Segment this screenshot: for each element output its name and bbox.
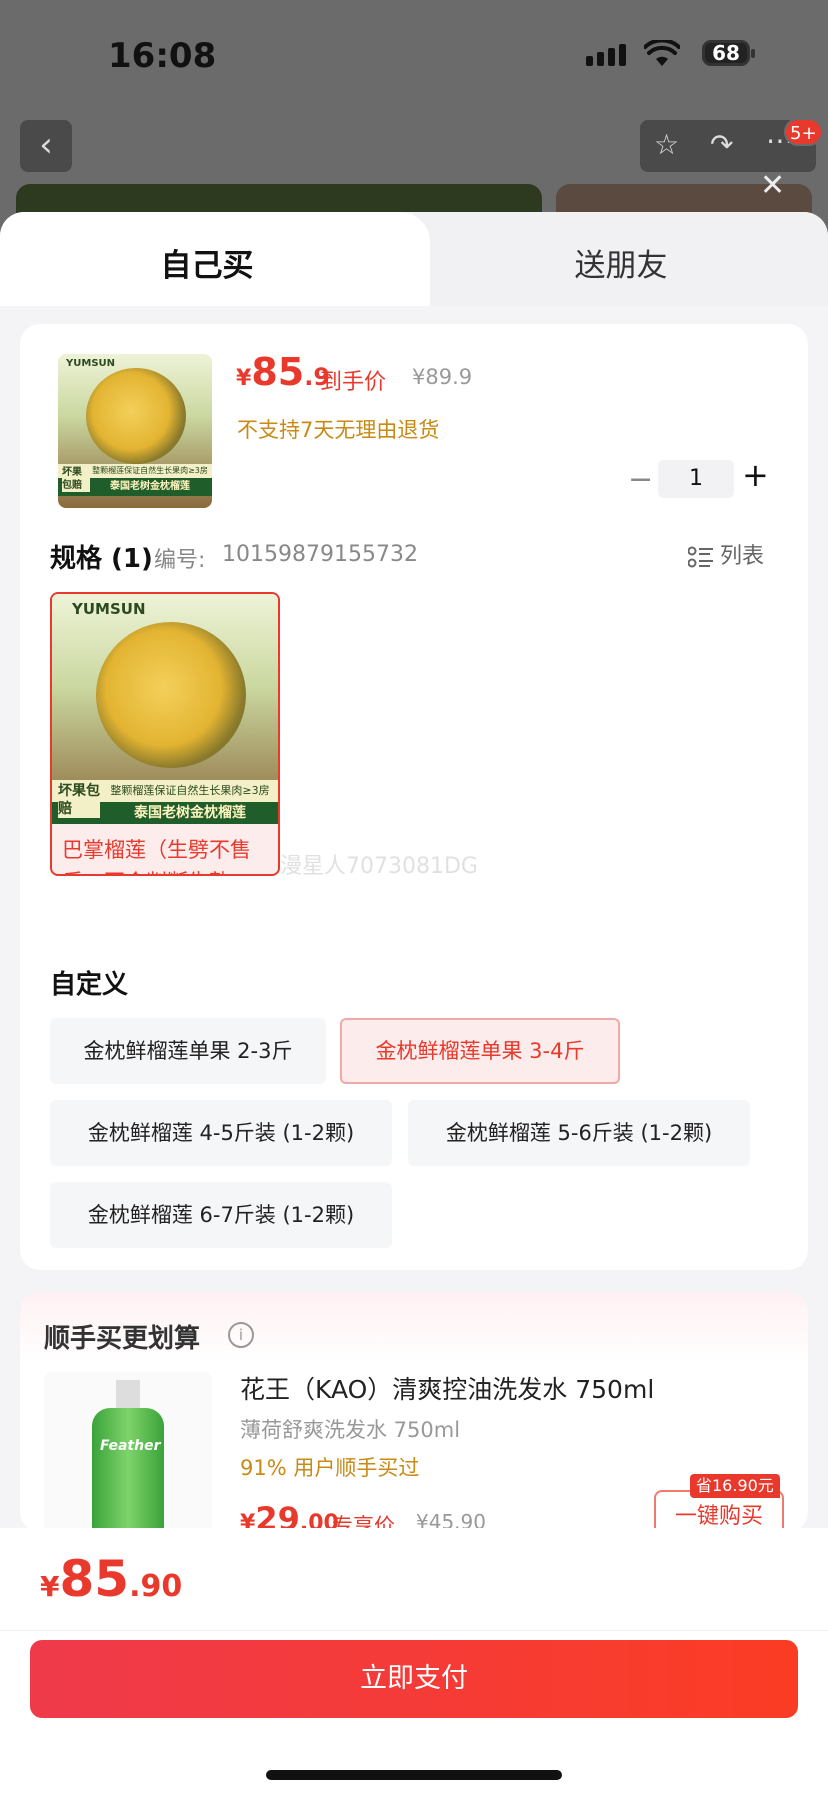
status-time: 16:08 (108, 36, 217, 76)
pay-now-button[interactable]: 立即支付 (30, 1640, 798, 1718)
upsell-product-image[interactable]: Feather (44, 1372, 212, 1540)
notification-badge: 5+ (784, 118, 823, 146)
bottle-pump (116, 1380, 140, 1410)
tab-buy-self[interactable]: 自己买 (0, 240, 414, 285)
spec-option-label: 巴掌榴莲（生劈不售 (62, 838, 251, 862)
durian-image (86, 368, 186, 464)
upsell-popularity: 91% 用户顺手买过 (240, 1456, 420, 1480)
star-icon[interactable]: ☆ (654, 128, 679, 161)
close-icon[interactable]: ✕ (760, 168, 785, 203)
quantity-input[interactable]: 1 (658, 460, 734, 498)
bottle-label: Feather (100, 1438, 161, 1454)
custom-option[interactable]: 金枕鲜榴莲 5-6斤装 (1-2颗) (408, 1100, 750, 1166)
chevron-left-icon: ‹ (39, 125, 53, 165)
watermark: 漫星人7073081DG (280, 854, 478, 879)
total-price: ¥85.90 (40, 1550, 183, 1608)
spec-code-label: 编号: (154, 548, 206, 573)
list-view-label: 列表 (720, 544, 765, 569)
custom-option-selected[interactable]: 金枕鲜榴莲单果 3-4斤 (340, 1018, 620, 1084)
original-price: ¥89.9 (412, 365, 473, 389)
product-thumbnail: YUMSUN 整颗榴莲保证自然生长果肉≥3房 泰国老树金枕榴莲 坏果包赔 (58, 354, 212, 508)
signal-icon (586, 44, 630, 66)
battery-icon: 68 (702, 40, 755, 66)
custom-option[interactable]: 金枕鲜榴莲 4-5斤装 (1-2颗) (50, 1100, 392, 1166)
image-corner-label: 坏果包赔 (62, 466, 90, 492)
upsell-product-variant: 薄荷舒爽洗发水 750ml (240, 1418, 461, 1442)
back-button[interactable]: ‹ (20, 120, 72, 172)
divider (0, 1630, 828, 1631)
wifi-icon (644, 40, 680, 66)
brand-logo: YUMSUN (72, 600, 146, 618)
info-icon[interactable]: i (228, 1322, 254, 1348)
no-return-notice: 不支持7天无理由退货 (237, 418, 440, 442)
custom-title: 自定义 (50, 970, 129, 1000)
home-indicator (266, 1770, 562, 1780)
price-tag: 到手价 (320, 370, 387, 395)
share-icon[interactable]: ↷ (710, 128, 733, 161)
tab-send-friend[interactable]: 送朋友 (414, 240, 828, 285)
unit-price: ¥85.9 (236, 350, 331, 394)
spec-option-selected[interactable]: YUMSUN 整颗榴莲保证自然生长果肉≥3房 泰国老树金枕榴莲 坏果包赔 巴掌榴… (50, 592, 280, 876)
custom-option[interactable]: 金枕鲜榴莲 6-7斤装 (1-2颗) (50, 1182, 392, 1248)
spec-code: 10159879155732 (222, 542, 418, 567)
spec-option-label-2: 后，不会判断生熟... (62, 866, 250, 874)
list-view-button[interactable]: 列表 (687, 538, 765, 570)
list-icon (687, 546, 714, 568)
quantity-increase-button[interactable]: + (742, 456, 769, 494)
spec-title: 规格 (1) (50, 544, 153, 574)
image-corner-label: 坏果包赔 (58, 782, 100, 818)
spec-option-image: YUMSUN 整颗榴莲保证自然生长果肉≥3房 泰国老树金枕榴莲 坏果包赔 (52, 594, 278, 824)
shampoo-bottle (92, 1408, 164, 1540)
upsell-title: 顺手买更划算 (44, 1324, 201, 1354)
custom-option[interactable]: 金枕鲜榴莲单果 2-3斤 (50, 1018, 326, 1084)
upsell-product-name[interactable]: 花王（KAO）清爽控油洗发水 750ml (240, 1370, 654, 1406)
durian-image (96, 622, 246, 768)
save-badge: 省16.90元 (690, 1474, 780, 1498)
brand-logo: YUMSUN (66, 358, 116, 369)
quantity-decrease-button[interactable]: − (628, 462, 653, 497)
status-bar: 16:08 68 (0, 0, 828, 110)
